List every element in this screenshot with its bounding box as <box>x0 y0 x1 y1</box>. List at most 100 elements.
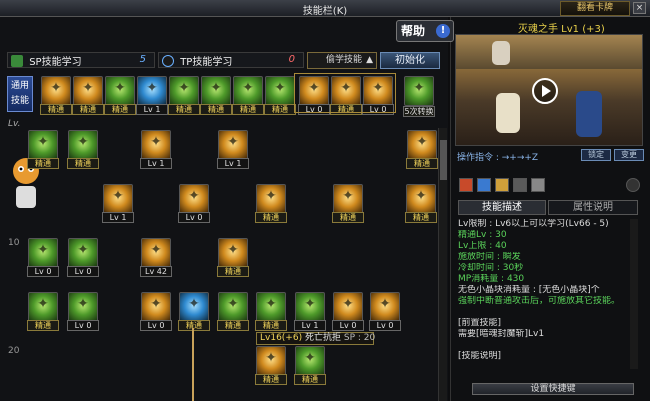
close-button[interactable]: × <box>633 2 646 14</box>
quick-skill-icon[interactable]: ✦ <box>265 76 295 106</box>
desc-line: 冷却时间 : 30秒 <box>458 263 524 273</box>
skill-filter-select[interactable]: 偷学技能 ▲ <box>307 52 377 69</box>
skill-icon[interactable]: ✦ <box>295 292 325 322</box>
skill-level-badge: Lv 1 <box>140 158 172 169</box>
tab-attribute-description[interactable]: 属性说明 <box>548 200 638 215</box>
skill-level-badge: Lv 1 <box>102 212 134 223</box>
description-scrollbar[interactable] <box>630 219 638 369</box>
preview-figure <box>492 41 510 65</box>
skill-icon[interactable]: ✦ <box>218 238 248 268</box>
skill-icon[interactable]: ✦ <box>141 238 171 268</box>
quick-skill-badge: 精通 <box>200 104 232 115</box>
skill-level-badge: 精通 <box>27 158 59 169</box>
play-icon[interactable] <box>532 78 558 104</box>
desc-line: [技能说明] <box>458 351 502 361</box>
skill-icon[interactable]: ✦ <box>333 184 363 214</box>
skill-level-badge: 精通 <box>255 320 287 331</box>
desc-spacer <box>458 307 640 318</box>
skill-convert-icon[interactable]: ✦ <box>404 76 434 106</box>
chevron-up-icon: ▲ <box>366 55 373 65</box>
preview-figure <box>496 93 520 133</box>
quick-skill-icon[interactable]: ✦ <box>41 76 71 106</box>
tab-skill-description[interactable]: 技能描述 <box>458 200 546 215</box>
quick-skill-badge: 精通 <box>40 104 72 115</box>
sp-check-icon <box>11 54 23 67</box>
skill-icon[interactable]: ✦ <box>218 292 248 322</box>
skill-icon[interactable]: ✦ <box>28 292 58 322</box>
skill-icon[interactable]: ✦ <box>141 130 171 160</box>
desc-line: 需要[暗魂封魔斩]Lv1 <box>458 329 545 339</box>
tp-radio-icon <box>162 54 174 67</box>
settings-icon[interactable] <box>626 178 640 192</box>
tp-skill-section[interactable]: TP技能学习 0 <box>158 52 304 68</box>
scroll-thumb[interactable] <box>440 140 447 180</box>
quick-skill-badge: 精通 <box>264 104 296 115</box>
skill-level-badge: 精通 <box>332 212 364 223</box>
help-button[interactable]: 帮助 ! <box>396 20 454 42</box>
neutral-icon <box>531 178 545 192</box>
initialize-button[interactable]: 初始化 <box>380 52 440 69</box>
change-button[interactable]: 变更 <box>614 149 644 161</box>
sp-skill-section[interactable]: SP技能学习 5 <box>7 52 155 68</box>
skill-level-badge: Lv 0 <box>178 212 210 223</box>
quick-skill-badge: Lv 1 <box>136 104 168 115</box>
skill-icon[interactable]: ✦ <box>407 130 437 160</box>
command-label: 操作指令 : →+→+Z <box>457 153 539 163</box>
quick-skill-icon[interactable]: ✦ <box>201 76 231 106</box>
flip-card-button[interactable]: 翻看卡牌 <box>560 1 630 16</box>
water-icon <box>477 178 491 192</box>
skill-level-badge: Lv 0 <box>67 266 99 277</box>
tooltip-sp: SP : 20 <box>343 333 376 343</box>
skill-level-badge: 精通 <box>294 374 326 385</box>
quick-skill-icon[interactable]: ✦ <box>73 76 103 106</box>
skill-icon[interactable]: ✦ <box>256 184 286 214</box>
desc-line: [前置技能] <box>458 318 502 328</box>
skill-icon[interactable]: ✦ <box>370 292 400 322</box>
quick-slot-highlight <box>294 73 396 113</box>
skill-icon[interactable]: ✦ <box>218 130 248 160</box>
skill-connector-line <box>192 328 194 401</box>
set-hotkey-button[interactable]: 设置快捷键 <box>472 383 634 395</box>
desc-line: 施放时间 : 瞬发 <box>458 252 521 262</box>
skill-icon[interactable]: ✦ <box>256 346 286 376</box>
skill-level-badge: 精通 <box>406 158 438 169</box>
skill-tree-scrollbar[interactable] <box>438 128 447 401</box>
skill-icon[interactable]: ✦ <box>28 238 58 268</box>
lock-button[interactable]: 锁定 <box>581 149 611 161</box>
row-label-20: 20 <box>8 346 20 356</box>
sp-label: SP技能学习 <box>29 57 82 68</box>
filter-label: 偷学技能 <box>326 55 363 65</box>
skill-icon[interactable]: ✦ <box>179 184 209 214</box>
quick-skill-icon[interactable]: ✦ <box>105 76 135 106</box>
help-label: 帮助 <box>401 24 426 38</box>
skill-icon[interactable]: ✦ <box>68 238 98 268</box>
desc-spacer <box>458 340 640 351</box>
skill-icon[interactable]: ✦ <box>179 292 209 322</box>
preview-skill-title: 灭魂之手 Lv1 (+3) <box>518 24 605 35</box>
skill-level-badge: 精通 <box>217 266 249 277</box>
skill-icon[interactable]: ✦ <box>68 130 98 160</box>
desc-line: 精通Lv : 30 <box>458 230 507 240</box>
skill-icon[interactable]: ✦ <box>103 184 133 214</box>
skill-level-badge: Lv 1 <box>217 158 249 169</box>
tooltip-level: Lv16(+6) <box>260 333 303 343</box>
skill-icon[interactable]: ✦ <box>68 292 98 322</box>
skill-icon[interactable]: ✦ <box>28 130 58 160</box>
skill-level-badge: 精通 <box>178 320 210 331</box>
quick-skill-icon[interactable]: ✦ <box>233 76 263 106</box>
skill-icon[interactable]: ✦ <box>256 292 286 322</box>
skill-description: Lv限制 : Lv6以上可以学习(Lv66 - 5) 精通Lv : 30 Lv上… <box>458 219 640 369</box>
skill-icon[interactable]: ✦ <box>295 346 325 376</box>
skill-level-badge: Lv 1 <box>294 320 326 331</box>
skill-level-badge: Lv 0 <box>67 320 99 331</box>
skill-tooltip: Lv16(+6) 死亡抗拒 SP : 20 <box>256 332 376 345</box>
skill-icon[interactable]: ✦ <box>406 184 436 214</box>
quick-skill-icon[interactable]: ✦ <box>169 76 199 106</box>
tp-label: TP技能学习 <box>180 57 233 68</box>
skill-icon[interactable]: ✦ <box>141 292 171 322</box>
skill-level-badge: 精通 <box>405 212 437 223</box>
desc-line: Lv上限 : 40 <box>458 241 507 251</box>
skill-level-badge: Lv 0 <box>332 320 364 331</box>
quick-skill-icon[interactable]: ✦ <box>137 76 167 106</box>
skill-icon[interactable]: ✦ <box>333 292 363 322</box>
